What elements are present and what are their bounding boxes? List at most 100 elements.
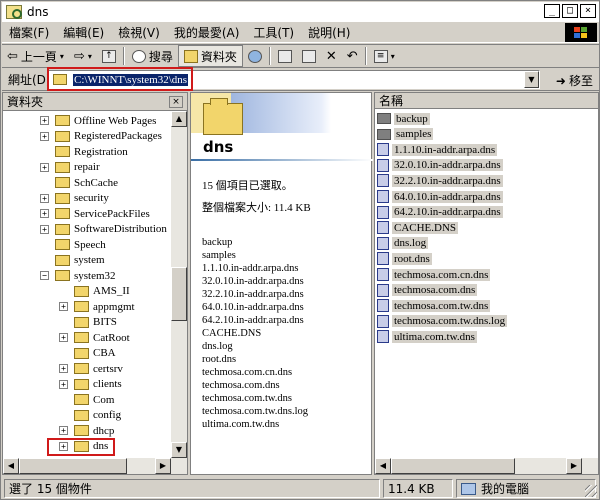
menu-edit[interactable]: 編輯(E)	[56, 24, 111, 41]
name-column-header[interactable]: 名稱	[375, 93, 598, 109]
file-list-item[interactable]: backup	[377, 111, 430, 126]
tree-item[interactable]: RegisteredPackages	[55, 129, 162, 144]
tree-item[interactable]: CBA	[74, 346, 116, 361]
back-button[interactable]: ⇦ 上一頁 ▾	[2, 45, 69, 67]
tree-expander[interactable]: +	[59, 379, 68, 389]
scroll-thumb[interactable]	[171, 267, 187, 321]
minimize-button[interactable]: _	[544, 4, 560, 18]
tree-item-label: dns	[93, 440, 109, 452]
copy-to-button[interactable]	[297, 45, 321, 67]
file-list-item[interactable]: 64.0.10.in-addr.arpa.dns	[377, 189, 503, 204]
tree-item[interactable]: Offline Web Pages	[55, 113, 156, 128]
tree-item[interactable]: BITS	[74, 315, 117, 330]
address-input[interactable]: C:\WINNT\system32\dns ▼	[48, 70, 540, 89]
folder-icon	[55, 239, 70, 250]
scroll-right-button[interactable]: ▶	[155, 458, 171, 474]
views-icon: ≡	[373, 49, 388, 63]
menu-view[interactable]: 檢視(V)	[111, 24, 167, 41]
scroll-left-button[interactable]: ◀	[3, 458, 19, 474]
toolbar-separator	[364, 47, 367, 65]
tree-item[interactable]: dhcp	[74, 423, 114, 438]
up-folder-button[interactable]: ↑	[97, 45, 121, 67]
menu-file[interactable]: 檔案(F)	[2, 24, 56, 41]
tree-expander[interactable]: +	[40, 131, 49, 141]
tree-expander[interactable]: +	[59, 333, 68, 342]
tree-item-label: SoftwareDistribution	[74, 223, 167, 235]
file-list-item[interactable]: techmosa.com.cn.dns	[377, 267, 491, 282]
tree-expander[interactable]: +	[40, 162, 49, 172]
file-list-item[interactable]: 64.2.10.in-addr.arpa.dns	[377, 205, 503, 220]
tree-item-label: certsrv	[93, 362, 123, 375]
menu-tools[interactable]: 工具(T)	[246, 24, 301, 41]
file-list-item[interactable]: root.dns	[377, 251, 432, 266]
history-button[interactable]	[243, 45, 267, 67]
close-pane-button[interactable]: ×	[169, 95, 183, 108]
file-list-item[interactable]: dns.log	[377, 236, 429, 251]
file-name: dns.log	[392, 237, 429, 250]
address-dropdown-button[interactable]: ▼	[524, 71, 539, 88]
tree-item[interactable]: ServicePackFiles	[55, 206, 150, 221]
menu-help[interactable]: 說明(H)	[301, 24, 357, 41]
tree-item[interactable]: Registration	[55, 144, 128, 159]
tree-horizontal-scrollbar[interactable]: ◀ ▶	[3, 458, 187, 474]
file-list-item[interactable]: techmosa.com.dns	[377, 283, 478, 298]
folder-search-icon	[6, 5, 22, 19]
menu-favorites[interactable]: 我的最愛(A)	[167, 24, 247, 41]
tree-expander[interactable]: +	[59, 302, 68, 311]
scroll-up-button[interactable]: ▲	[171, 111, 187, 127]
tree-item[interactable]: SoftwareDistribution	[55, 222, 167, 237]
tree-item[interactable]: SchCache	[55, 175, 118, 190]
tree-expander[interactable]: +	[40, 193, 49, 203]
file-list-item[interactable]: 32.2.10.in-addr.arpa.dns	[377, 173, 503, 188]
resize-grip[interactable]	[585, 485, 597, 497]
scroll-down-button[interactable]: ▼	[171, 442, 187, 458]
tree-vertical-scrollbar[interactable]: ▲ ▼	[171, 111, 187, 458]
tree-item[interactable]: dns	[74, 439, 108, 454]
forward-button[interactable]: ⇨ ▾	[69, 45, 97, 67]
tree-item[interactable]: Speech	[55, 237, 106, 252]
maximize-button[interactable]: □	[562, 4, 578, 18]
file-list-item[interactable]: CACHE.DNS	[377, 220, 459, 235]
tree-item[interactable]: AMS_II	[74, 284, 130, 299]
folder-icon	[74, 347, 89, 359]
scroll-thumb[interactable]	[19, 458, 127, 474]
tree-item[interactable]: system	[55, 253, 105, 268]
folders-button[interactable]: 資料夾	[177, 45, 243, 67]
tree-item-label: config	[93, 409, 122, 421]
undo-button[interactable]: ↶	[342, 45, 363, 67]
tree-item[interactable]: clients	[74, 377, 122, 392]
search-button[interactable]: 搜尋	[127, 45, 178, 67]
move-to-button[interactable]	[273, 45, 297, 67]
tree-item[interactable]: certsrv	[74, 361, 123, 376]
tree-item[interactable]: config	[74, 408, 121, 423]
file-list-item[interactable]: 1.1.10.in-addr.arpa.dns	[377, 142, 498, 157]
scroll-thumb[interactable]	[391, 458, 515, 474]
tree-item[interactable]: system32	[55, 268, 116, 283]
tree-item[interactable]: appmgmt	[74, 299, 135, 314]
file-list-item[interactable]: techmosa.com.tw.dns.log	[377, 314, 508, 329]
close-button[interactable]: ×	[580, 4, 596, 18]
scroll-right-button[interactable]: ▶	[566, 458, 582, 474]
file-list-item[interactable]: 32.0.10.in-addr.arpa.dns	[377, 158, 503, 173]
tree-item[interactable]: Com	[74, 392, 114, 407]
tree-expander[interactable]: +	[59, 441, 68, 451]
tree-item[interactable]: repair	[55, 160, 100, 175]
tree-expander[interactable]: −	[40, 271, 49, 280]
file-list-item[interactable]: samples	[377, 127, 434, 142]
views-button[interactable]: ≡ ▾	[369, 45, 400, 67]
tree-expander[interactable]: +	[40, 224, 49, 234]
tree-expander[interactable]: +	[59, 364, 68, 373]
go-button[interactable]: ➜ 移至	[556, 72, 593, 89]
file-list-item[interactable]: ultima.com.tw.dns	[377, 329, 477, 344]
file-list-horizontal-scrollbar[interactable]: ◀ ▶	[375, 458, 598, 474]
file-list-item[interactable]: techmosa.com.tw.dns	[377, 298, 491, 313]
tree-expander[interactable]: +	[59, 426, 68, 435]
title-bar[interactable]: dns _ □ ×	[2, 2, 599, 22]
tree-expander[interactable]: +	[40, 116, 49, 125]
delete-button[interactable]: ✕	[321, 45, 342, 67]
tree-item[interactable]: security	[55, 191, 109, 206]
file-name: 64.2.10.in-addr.arpa.dns	[392, 206, 503, 219]
tree-item[interactable]: CatRoot	[74, 330, 130, 345]
tree-expander[interactable]: +	[40, 209, 49, 218]
scroll-left-button[interactable]: ◀	[375, 458, 391, 474]
